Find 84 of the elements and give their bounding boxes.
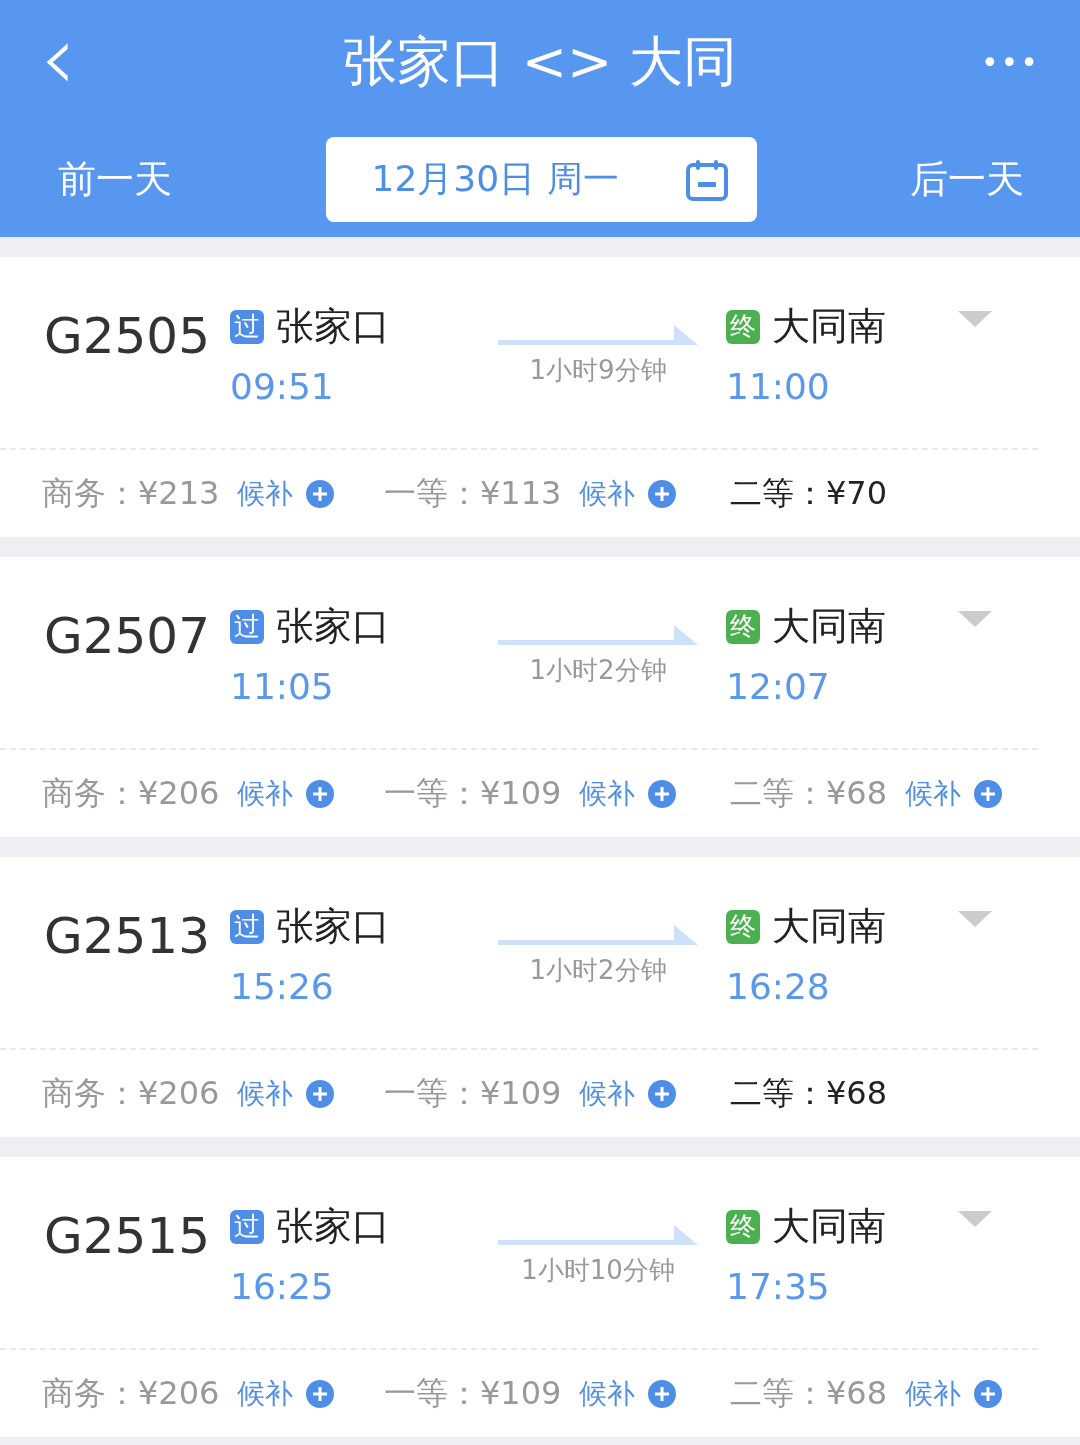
waitlist-link[interactable]: 候补 bbox=[579, 1074, 636, 1113]
train-number: G2513 bbox=[44, 906, 211, 967]
time-text: 17:35 bbox=[726, 1266, 831, 1307]
arrow-icon bbox=[498, 1223, 698, 1247]
train-card[interactable]: G2515 过 张家口 16:25 1小时10分钟 终 大同南 17:35 商务：¥206 候补 一等：¥109 候补 二等：¥68 候补 bbox=[0, 1157, 1080, 1437]
train-number: G2507 bbox=[44, 606, 211, 667]
duration-text: 1小时2分钟 bbox=[529, 954, 667, 987]
train-card[interactable]: G2507 过 张家口 11:05 1小时2分钟 终 大同南 12:07 商务：¥206 候补 一等：¥109 候补 二等：¥68 候补 bbox=[0, 557, 1080, 837]
plus-icon bbox=[305, 778, 336, 809]
plus-icon bbox=[305, 478, 336, 509]
time-text: 09:51 bbox=[230, 366, 335, 407]
page-title: 张家口 <> 大同 bbox=[341, 29, 739, 95]
waitlist-link[interactable]: 候补 bbox=[579, 774, 636, 813]
previous-day-button[interactable]: 前一天 bbox=[58, 154, 172, 205]
duration-text: 1小时10分钟 bbox=[521, 1254, 675, 1287]
station-name: 大同南 bbox=[772, 603, 886, 650]
seat-price: 商务：¥206 bbox=[42, 1372, 220, 1414]
station-badge: 过 bbox=[230, 609, 264, 644]
seat-price: 二等：¥68 bbox=[730, 1372, 888, 1414]
station-badge: 终 bbox=[726, 909, 760, 944]
seat-price: 一等：¥109 bbox=[384, 1072, 562, 1114]
seat-price: 二等：¥68 bbox=[730, 772, 888, 814]
seat-price: 商务：¥206 bbox=[42, 772, 220, 814]
station-badge: 终 bbox=[726, 309, 760, 344]
time-text: 11:05 bbox=[230, 666, 335, 707]
plus-icon bbox=[305, 1078, 336, 1109]
dropdown-caret-icon bbox=[958, 311, 992, 327]
waitlist-link[interactable]: 候补 bbox=[237, 1374, 294, 1413]
arrow-icon bbox=[498, 323, 698, 347]
station-name: 张家口 bbox=[276, 903, 390, 950]
train-number: G2505 bbox=[44, 306, 211, 367]
station-badge: 终 bbox=[726, 609, 760, 644]
station-name: 张家口 bbox=[276, 603, 390, 650]
time-text: 11:00 bbox=[726, 366, 831, 407]
plus-icon bbox=[305, 1378, 336, 1409]
plus-icon bbox=[647, 1078, 678, 1109]
station-name: 大同南 bbox=[772, 1203, 886, 1250]
dropdown-caret-icon bbox=[958, 611, 992, 627]
train-number: G2515 bbox=[44, 1206, 211, 1267]
waitlist-link[interactable]: 候补 bbox=[579, 474, 636, 513]
station-badge: 过 bbox=[230, 909, 264, 944]
date-picker[interactable]: 12月30日 周一 bbox=[325, 137, 757, 222]
seat-price: 一等：¥109 bbox=[384, 772, 562, 814]
waitlist-link[interactable]: 候补 bbox=[237, 774, 294, 813]
date-text: 12月30日 周一 bbox=[371, 157, 619, 201]
next-day-button[interactable]: 后一天 bbox=[910, 154, 1024, 205]
seat-price: 商务：¥206 bbox=[42, 1072, 220, 1114]
seat-price: 一等：¥109 bbox=[384, 1372, 562, 1414]
station-badge: 终 bbox=[726, 1209, 760, 1244]
dropdown-caret-icon bbox=[958, 911, 992, 927]
time-text: 16:28 bbox=[726, 966, 831, 1007]
calendar-icon bbox=[684, 157, 729, 202]
station-badge: 过 bbox=[230, 1209, 264, 1244]
station-name: 张家口 bbox=[276, 303, 390, 350]
seat-price: 一等：¥113 bbox=[384, 472, 562, 514]
duration-text: 1小时9分钟 bbox=[529, 354, 667, 387]
waitlist-link[interactable]: 候补 bbox=[905, 774, 962, 813]
waitlist-link[interactable]: 候补 bbox=[237, 474, 294, 513]
time-text: 16:25 bbox=[230, 1266, 335, 1307]
back-button[interactable]: ‹ bbox=[40, 12, 120, 113]
arrow-icon bbox=[498, 623, 698, 647]
seat-price: 二等：¥68 bbox=[730, 1072, 888, 1114]
station-badge: 过 bbox=[230, 309, 264, 344]
plus-icon bbox=[647, 478, 678, 509]
waitlist-link[interactable]: 候补 bbox=[905, 1374, 962, 1413]
seat-price: 商务：¥213 bbox=[42, 472, 220, 514]
more-button[interactable]: ••• bbox=[960, 45, 1040, 80]
plus-icon bbox=[647, 1378, 678, 1409]
train-card[interactable]: G2505 过 张家口 09:51 1小时9分钟 终 大同南 11:00 商务：¥213 候补 一等：¥113 候补 二等：¥70 bbox=[0, 257, 1080, 537]
duration-text: 1小时2分钟 bbox=[529, 654, 667, 687]
plus-icon bbox=[973, 1378, 1004, 1409]
plus-icon bbox=[973, 778, 1004, 809]
waitlist-link[interactable]: 候补 bbox=[579, 1374, 636, 1413]
time-text: 15:26 bbox=[230, 966, 335, 1007]
train-card[interactable]: G2513 过 张家口 15:26 1小时2分钟 终 大同南 16:28 商务：¥206 候补 一等：¥109 候补 二等：¥68 bbox=[0, 857, 1080, 1137]
station-name: 大同南 bbox=[772, 303, 886, 350]
station-name: 张家口 bbox=[276, 1203, 390, 1250]
station-name: 大同南 bbox=[772, 903, 886, 950]
time-text: 12:07 bbox=[726, 666, 831, 707]
dropdown-caret-icon bbox=[958, 1211, 992, 1227]
waitlist-link[interactable]: 候补 bbox=[237, 1074, 294, 1113]
arrow-icon bbox=[498, 923, 698, 947]
seat-price: 二等：¥70 bbox=[730, 472, 888, 514]
plus-icon bbox=[647, 778, 678, 809]
